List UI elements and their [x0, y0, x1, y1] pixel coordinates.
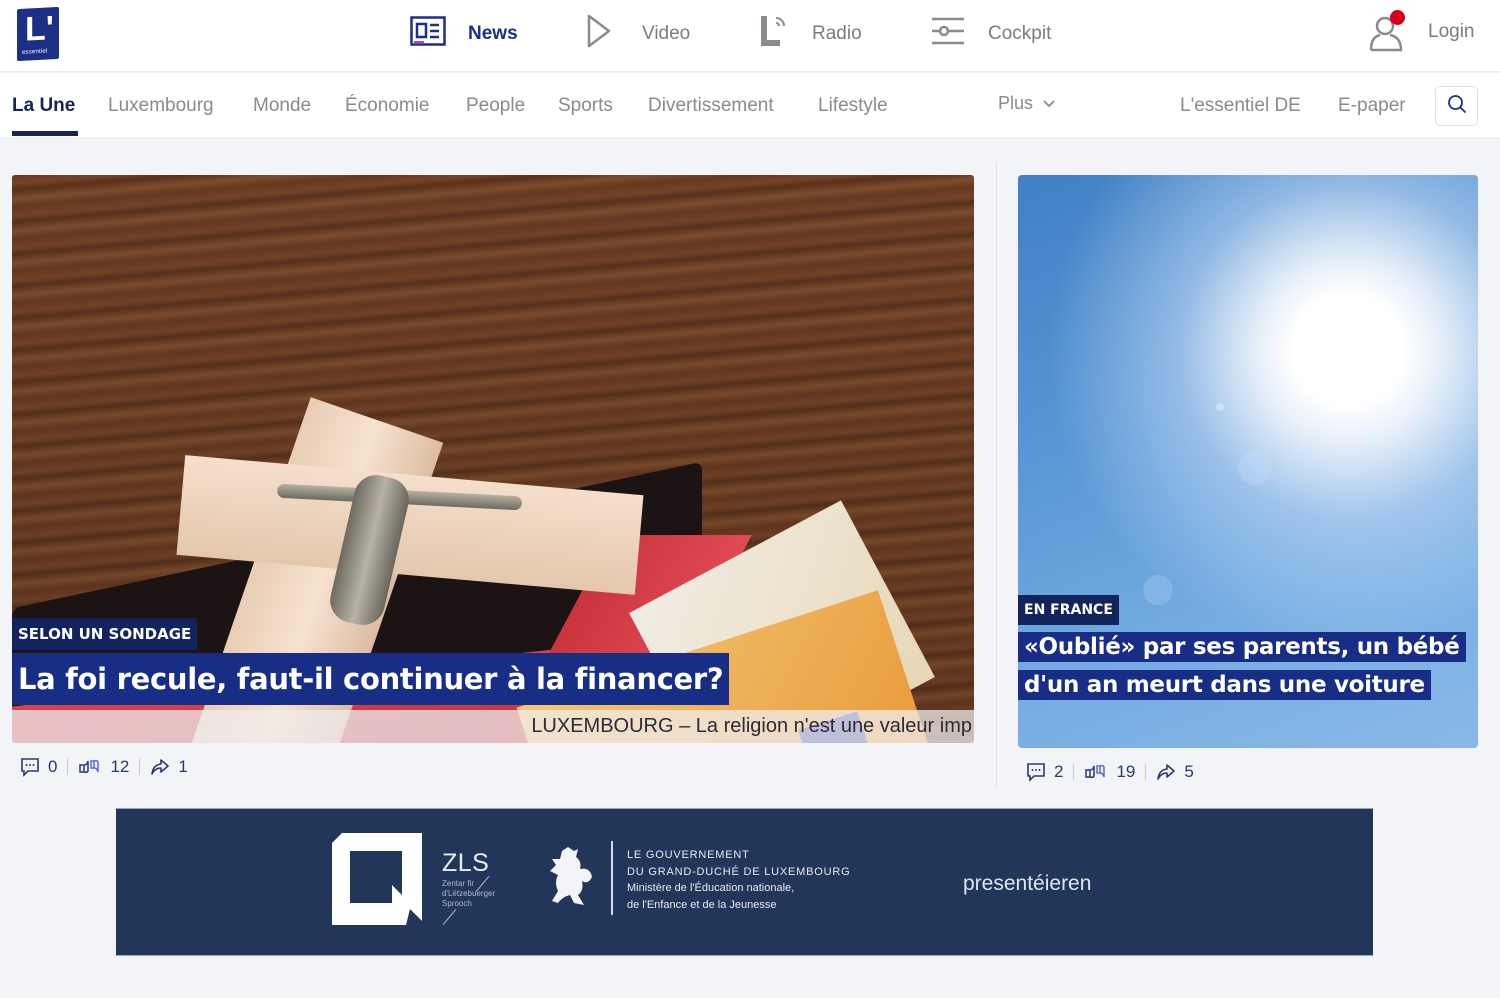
top-nav-video-label: Video — [642, 23, 691, 44]
sliders-icon — [930, 16, 966, 52]
main-article-stats: 0 12 1 — [20, 757, 188, 777]
reactions-count[interactable]: 19 — [1084, 762, 1135, 782]
top-nav-radio-label: Radio — [812, 23, 862, 44]
shares-count[interactable]: 1 — [150, 757, 188, 777]
section-nav: La Une Luxembourg Monde Économie People … — [0, 73, 1500, 137]
play-icon — [586, 14, 612, 54]
top-nav-radio[interactable]: Radio — [758, 16, 862, 52]
thumbs-reaction-icon — [1085, 764, 1106, 779]
lens-flare — [1238, 451, 1272, 485]
section-tab-people[interactable]: People — [466, 95, 525, 117]
share-icon — [1157, 764, 1176, 780]
user-icon — [1368, 10, 1410, 54]
notification-dot — [1390, 10, 1405, 25]
banner-presents-text: presentéieren — [963, 872, 1092, 895]
section-tab-lifestyle[interactable]: Lifestyle — [818, 95, 888, 117]
top-nav-news-label: News — [468, 23, 518, 44]
radio-signal-icon — [758, 14, 790, 54]
section-tab-divertissement[interactable]: Divertissement — [648, 95, 774, 117]
section-tab-sports[interactable]: Sports — [558, 95, 613, 117]
section-tab-economie[interactable]: Économie — [345, 95, 430, 117]
more-label: Plus — [998, 93, 1034, 113]
login-label: Login — [1428, 21, 1475, 42]
lens-flare — [1143, 575, 1173, 605]
side-article-stats: 2 19 5 — [1026, 762, 1194, 782]
login-button[interactable]: Login — [1368, 10, 1475, 54]
column-divider — [996, 162, 997, 787]
comments-count[interactable]: 2 — [1026, 762, 1063, 782]
zls-logo-icon — [332, 833, 424, 925]
comment-icon — [21, 758, 39, 777]
link-epaper[interactable]: E-paper — [1338, 95, 1406, 117]
shares-count[interactable]: 5 — [1156, 762, 1194, 782]
top-nav-video[interactable]: Video — [586, 14, 691, 54]
section-tab-la-une[interactable]: La Une — [12, 95, 75, 117]
lens-flare — [1216, 403, 1224, 411]
zls-subtitle: Zentar fir d'Lëtzebuerger Sprooch — [442, 879, 496, 908]
chevron-down-icon — [1043, 97, 1055, 111]
comment-icon — [1027, 763, 1045, 782]
link-lessentiel-de[interactable]: L'essentiel DE — [1180, 95, 1301, 117]
search-button[interactable] — [1435, 86, 1478, 126]
comments-count[interactable]: 0 — [20, 757, 57, 777]
decorative-slash — [442, 909, 457, 925]
section-tab-monde[interactable]: Monde — [253, 95, 311, 117]
sponsor-banner[interactable]: ZLS Zentar fir d'Lëtzebuerger Sprooch LE… — [116, 808, 1373, 956]
zls-title: ZLS — [442, 849, 490, 877]
top-nav-cockpit[interactable]: Cockpit — [930, 16, 1051, 52]
top-bar: L' essentiel News Video Radio Cockpit Lo… — [0, 0, 1500, 72]
newspaper-icon — [410, 16, 446, 52]
main-article-headline[interactable]: La foi recule, faut-il continuer à la fi… — [12, 653, 730, 705]
side-article-headline[interactable]: «Oublié» par ses parents, un bébé d'un a… — [1018, 628, 1474, 704]
luxembourg-lion-icon — [548, 845, 598, 909]
thumbs-reaction-icon — [79, 759, 100, 774]
main-article-lead: LUXEMBOURG – La religion n'est une valeu… — [12, 710, 974, 743]
share-icon — [151, 759, 170, 775]
section-tab-luxembourg[interactable]: Luxembourg — [108, 95, 214, 117]
search-icon — [1447, 94, 1467, 119]
reactions-count[interactable]: 12 — [78, 757, 129, 777]
top-nav-news[interactable]: News — [410, 16, 518, 52]
side-article-kicker: EN FRANCE — [1018, 595, 1119, 625]
more-dropdown[interactable]: Plus — [998, 93, 1055, 114]
lessentiel-logo[interactable]: L' essentiel — [17, 6, 59, 62]
government-text: LE GOUVERNEMENT DU GRAND-DUCHÉ DE LUXEMB… — [627, 849, 851, 911]
banner-divider — [611, 841, 613, 915]
main-article-kicker: SELON UN SONDAGE — [12, 618, 198, 650]
top-nav-cockpit-label: Cockpit — [988, 23, 1052, 44]
active-tab-indicator — [12, 131, 78, 136]
